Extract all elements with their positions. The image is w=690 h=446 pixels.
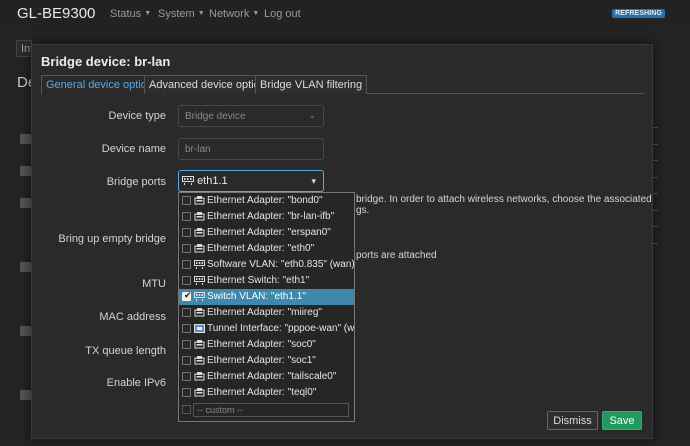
bridge-ports-select[interactable]: eth1.1 ▾ bbox=[178, 170, 324, 192]
bridge-ports-label: Bridge ports bbox=[106, 176, 166, 188]
port-option-label: Ethernet Adapter: "br-lan-ifb" bbox=[207, 211, 335, 222]
dialog-title: Bridge device: br-lan bbox=[41, 54, 171, 69]
nav-network-menu[interactable]: Network ▼ bbox=[209, 8, 259, 20]
bridge-ports-dropdown: Ethernet Adapter: "bond0" Ethernet Adapte… bbox=[178, 192, 355, 422]
port-option-label: Ethernet Adapter: "tailscale0" bbox=[207, 371, 337, 382]
port-option-label: Switch VLAN: "eth1.1" bbox=[207, 291, 306, 302]
chevron-down-icon: ⌄ bbox=[308, 110, 316, 120]
caret-down-icon: ▾ bbox=[311, 176, 316, 186]
switch-icon bbox=[194, 276, 205, 285]
bridge-ports-help-2: gs. bbox=[356, 205, 370, 216]
caret-down-icon: ▼ bbox=[197, 10, 205, 17]
checkmark-icon: ✔ bbox=[184, 290, 192, 300]
dismiss-button[interactable]: Dismiss bbox=[547, 411, 598, 430]
port-option[interactable]: Ethernet Adapter: "miireg" bbox=[179, 305, 354, 321]
port-option-label: Ethernet Adapter: "bond0" bbox=[207, 195, 323, 206]
custom-port-input[interactable]: -- custom -- bbox=[193, 403, 349, 417]
port-option-label: Ethernet Adapter: "eth0" bbox=[207, 243, 315, 254]
port-option-label: Software VLAN: "eth0.835" (wan) bbox=[207, 259, 354, 270]
port-option-label: Tunnel Interface: "pppoe-wan" (wan) bbox=[207, 323, 354, 334]
port-checkbox[interactable] bbox=[182, 340, 191, 349]
port-option-label: Ethernet Switch: "eth1" bbox=[207, 275, 310, 286]
port-checkbox[interactable] bbox=[182, 244, 191, 253]
port-option-label: Ethernet Adapter: "teql0" bbox=[207, 387, 317, 398]
save-button[interactable]: Save bbox=[602, 411, 642, 430]
port-option[interactable]: Tunnel Interface: "pppoe-wan" (wan) bbox=[179, 321, 354, 337]
ethernet-port-icon bbox=[194, 308, 205, 317]
port-option[interactable]: Ethernet Adapter: "eth0" bbox=[179, 241, 354, 257]
tunnel-icon bbox=[194, 324, 205, 333]
brand-title: GL-BE9300 bbox=[17, 5, 96, 22]
port-checkbox[interactable] bbox=[182, 372, 191, 381]
nav-logout-link[interactable]: Log out bbox=[264, 8, 301, 20]
port-checkbox[interactable] bbox=[182, 308, 191, 317]
caret-down-icon: ▼ bbox=[252, 10, 260, 17]
device-name-label: Device name bbox=[101, 143, 166, 155]
nav-status-menu[interactable]: Status ▼ bbox=[110, 8, 151, 20]
tx-queue-length-label: TX queue length bbox=[85, 345, 166, 357]
dialog-tabs: General device options Advanced device o… bbox=[41, 75, 644, 95]
port-option-label: Ethernet Adapter: "soc0" bbox=[207, 339, 316, 350]
port-checkbox[interactable] bbox=[182, 212, 191, 221]
ethernet-port-icon bbox=[194, 244, 205, 253]
port-checkbox[interactable]: ✔ bbox=[182, 290, 192, 301]
port-option[interactable]: Ethernet Switch: "eth1" bbox=[179, 273, 354, 289]
port-option-label: Ethernet Adapter: "soc1" bbox=[207, 355, 316, 366]
port-option[interactable]: Ethernet Adapter: "erspan0" bbox=[179, 225, 354, 241]
custom-checkbox[interactable] bbox=[182, 405, 191, 414]
background-tab: Inte bbox=[16, 40, 32, 57]
ethernet-port-icon bbox=[194, 340, 205, 349]
device-name-input[interactable]: br-lan bbox=[178, 138, 324, 160]
port-checkbox[interactable] bbox=[182, 228, 191, 237]
switch-icon bbox=[194, 260, 205, 269]
port-option[interactable]: Ethernet Adapter: "soc1" bbox=[179, 353, 354, 369]
port-option[interactable]: Ethernet Adapter: "teql0" bbox=[179, 385, 354, 401]
nav-system-menu[interactable]: System ▼ bbox=[158, 8, 205, 20]
switch-icon bbox=[194, 292, 205, 301]
device-type-label: Device type bbox=[108, 110, 166, 122]
port-option-label: Ethernet Adapter: "erspan0" bbox=[207, 227, 331, 238]
switch-icon bbox=[182, 176, 194, 185]
ethernet-port-icon bbox=[194, 388, 205, 397]
enable-ipv6-label: Enable IPv6 bbox=[106, 377, 166, 389]
port-option[interactable]: Ethernet Adapter: "bond0" bbox=[179, 193, 354, 209]
ethernet-port-icon bbox=[194, 356, 205, 365]
refreshing-badge[interactable]: REFRESHING bbox=[612, 9, 665, 18]
mac-address-label: MAC address bbox=[99, 311, 166, 323]
ethernet-port-icon bbox=[194, 212, 205, 221]
port-checkbox[interactable] bbox=[182, 324, 191, 333]
top-bar: GL-BE9300 Status ▼ System ▼ Network ▼ Log o… bbox=[0, 0, 690, 28]
bridge-ports-value: eth1.1 bbox=[197, 175, 228, 187]
mtu-label: MTU bbox=[142, 278, 166, 290]
ethernet-port-icon bbox=[194, 372, 205, 381]
device-type-select[interactable]: Bridge device ⌄ bbox=[178, 105, 324, 127]
ethernet-port-icon bbox=[194, 228, 205, 237]
bring-up-empty-bridge-label: Bring up empty bridge bbox=[58, 233, 166, 245]
bridge-ports-help-1: bridge. In order to attach wireless netw… bbox=[356, 194, 652, 205]
port-option[interactable]: Ethernet Adapter: "soc0" bbox=[179, 337, 354, 353]
empty-bridge-help: ports are attached bbox=[356, 250, 437, 261]
bridge-device-dialog: Bridge device: br-lan General device opt… bbox=[31, 44, 653, 439]
port-option[interactable]: Ethernet Adapter: "br-lan-ifb" bbox=[179, 209, 354, 225]
port-option[interactable]: Software VLAN: "eth0.835" (wan) bbox=[179, 257, 354, 273]
port-checkbox[interactable] bbox=[182, 260, 191, 269]
port-checkbox[interactable] bbox=[182, 276, 191, 285]
port-checkbox[interactable] bbox=[182, 388, 191, 397]
port-checkbox[interactable] bbox=[182, 196, 191, 205]
caret-down-icon: ▼ bbox=[144, 10, 152, 17]
port-option[interactable]: Ethernet Adapter: "tailscale0" bbox=[179, 369, 354, 385]
port-option[interactable]: ✔ Switch VLAN: "eth1.1" bbox=[179, 289, 354, 305]
port-option-label: Ethernet Adapter: "miireg" bbox=[207, 307, 322, 318]
ethernet-port-icon bbox=[194, 196, 205, 205]
tab-bridge-vlan-filtering[interactable]: Bridge VLAN filtering bbox=[255, 75, 368, 94]
port-checkbox[interactable] bbox=[182, 356, 191, 365]
